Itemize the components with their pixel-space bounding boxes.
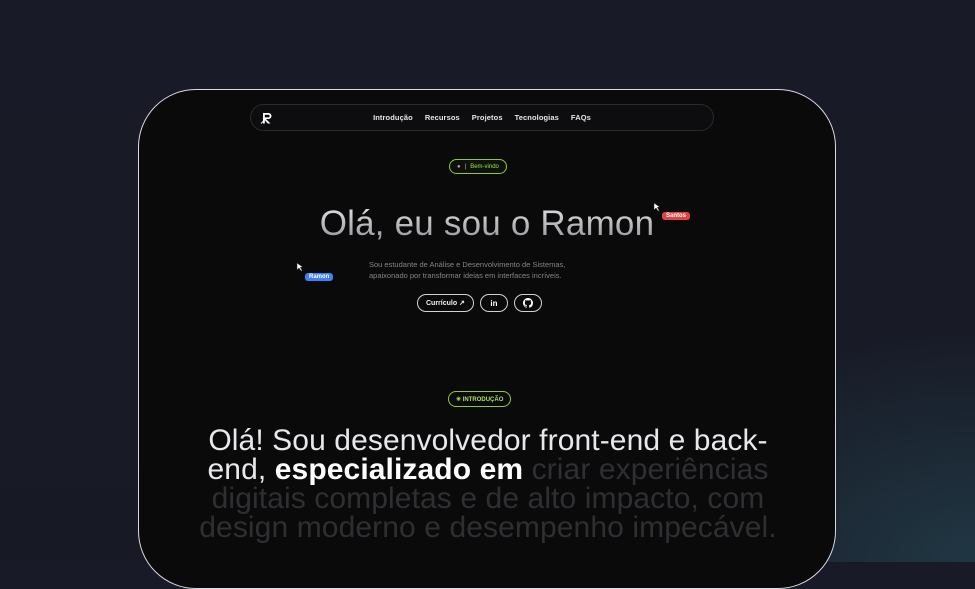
rocket-icon: ● (457, 163, 461, 170)
welcome-label: Bem-vindo (470, 163, 499, 170)
github-icon (522, 298, 533, 308)
intro-badge: ✳ INTRODUÇÃO (448, 391, 512, 407)
github-button[interactable] (513, 294, 542, 312)
cursor-arrow-icon (653, 202, 661, 212)
nav-link-introducao[interactable]: Introdução (373, 113, 413, 122)
linkedin-button[interactable]: in (479, 294, 508, 312)
cursor-tag-ramon: Ramon (305, 273, 334, 281)
hero-subtitle-line1: Sou estudante de Análise e Desenvolvimen… (369, 260, 566, 269)
curriculum-button[interactable]: Currículo ↗ (417, 294, 474, 312)
nav-link-recursos[interactable]: Recursos (425, 113, 460, 122)
hero-title: Olá, eu sou o Ramon (139, 204, 835, 244)
hero-subtitle-line2: apaixonado por transformar ideias em int… (369, 271, 562, 280)
linkedin-icon: in (490, 298, 498, 308)
welcome-badge: ● | Bem-vindo (449, 159, 507, 174)
nav-link-tecnologias[interactable]: Tecnologias (515, 113, 559, 122)
nav-link-projetos[interactable]: Projetos (472, 113, 503, 122)
cursor-tag-santos: Santos (662, 212, 691, 220)
hero-buttons: Currículo ↗ in (417, 294, 542, 312)
intro-text: Olá! Sou desenvolvedor front-end e back-… (199, 426, 777, 543)
nav-link-faqs[interactable]: FAQs (571, 113, 591, 122)
nav-links: Introdução Recursos Projetos Tecnologias… (251, 105, 713, 130)
hero-subtitle: Sou estudante de Análise e Desenvolvimen… (369, 259, 609, 281)
device-frame: Introdução Recursos Projetos Tecnologias… (138, 89, 836, 589)
badge-separator: | (464, 163, 467, 170)
navbar: Introdução Recursos Projetos Tecnologias… (250, 104, 714, 131)
cursor-arrow-icon (296, 262, 304, 272)
